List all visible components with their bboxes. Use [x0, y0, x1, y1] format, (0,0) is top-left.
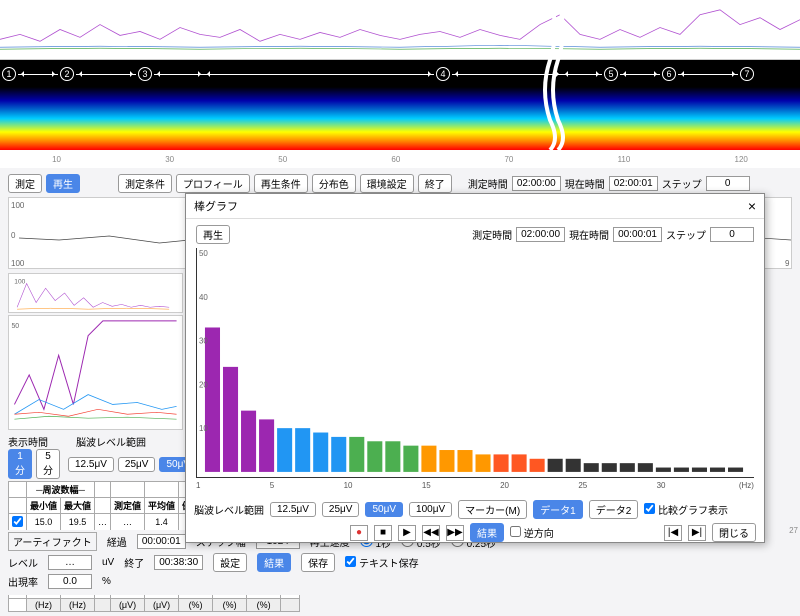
marker-7: 7 — [740, 67, 754, 81]
svg-text:40: 40 — [199, 293, 208, 302]
table-col: 平均値 — [145, 498, 179, 514]
table-col — [95, 498, 111, 514]
btn-5min[interactable]: 5分 — [36, 449, 60, 479]
btn-set[interactable]: 設定 — [213, 553, 247, 572]
val-step: 0 — [706, 176, 750, 191]
btn-range-12[interactable]: 12.5μV — [68, 457, 114, 472]
btn-dist[interactable]: 分布色 — [312, 174, 356, 193]
val-elapsed: 00:00:01 — [137, 534, 186, 549]
svg-text:20: 20 — [199, 380, 208, 389]
spectrogram-markers: 1 2 3 4 5 6 7 — [0, 64, 800, 84]
btn-exit[interactable]: 終了 — [418, 174, 452, 193]
btn-playcond[interactable]: 再生条件 — [254, 174, 308, 193]
next-icon[interactable]: ▶▶ — [446, 525, 464, 541]
marker-1: 1 — [2, 67, 16, 81]
modal-range-12[interactable]: 12.5μV — [270, 502, 316, 517]
modal-data1[interactable]: データ1 — [533, 500, 583, 519]
spectrogram-panel: 1 2 3 4 5 6 7 — [0, 60, 800, 150]
marker-2: 2 — [60, 67, 74, 81]
val-rate: 0.0 — [48, 574, 92, 589]
lbl-artifact: アーティファクト — [8, 532, 97, 551]
chart-lines-color: 50 — [8, 315, 183, 430]
val-measure-time: 02:00:00 — [512, 176, 561, 191]
play-icon[interactable]: ▶ — [398, 525, 416, 541]
skip-end-icon[interactable]: ▶| — [688, 525, 706, 541]
btn-range-25[interactable]: 25μV — [118, 457, 156, 472]
modal-current-time: 00:00:01 — [613, 227, 662, 242]
modal-range-50[interactable]: 50μV — [365, 502, 403, 517]
break-wave-icon — [540, 0, 570, 150]
modal-measure-time: 02:00:00 — [516, 227, 565, 242]
marker-5: 5 — [604, 67, 618, 81]
btn-conditions[interactable]: 測定条件 — [118, 174, 172, 193]
modal-result[interactable]: 結果 — [470, 523, 504, 542]
btn-env[interactable]: 環境設定 — [360, 174, 414, 193]
modal-step: 0 — [710, 227, 754, 242]
svg-text:10: 10 — [199, 424, 208, 433]
bar-chart: 50 40 30 20 10 — [196, 248, 754, 478]
modal-footer: 脳波レベル範囲 12.5μV 25μV 50μV 100μV マーカー(M) デ… — [186, 496, 764, 523]
main-toolbar: 測定 再生 測定条件 プロフィール 再生条件 分布色 環境設定 終了 測定時間 … — [8, 172, 792, 195]
skip-start-icon[interactable]: |◀ — [664, 525, 682, 541]
tab-measure[interactable]: 測定 — [8, 174, 42, 193]
top-waveform-panel — [0, 0, 800, 60]
svg-text:0: 0 — [11, 231, 16, 240]
modal-title: 棒グラフ — [194, 198, 238, 214]
val-current-time: 02:00:01 — [609, 176, 658, 191]
prev-icon[interactable]: ◀◀ — [422, 525, 440, 541]
svg-text:30: 30 — [199, 337, 208, 346]
lbl-step: ステップ — [662, 176, 702, 191]
svg-text:9: 9 — [785, 259, 790, 268]
chk-reverse[interactable]: 逆方向 — [510, 525, 554, 540]
lbl-measure-time: 測定時間 — [468, 176, 508, 191]
table-col: 測定値 — [111, 498, 145, 514]
lbl-current-time: 現在時間 — [565, 176, 605, 191]
modal-data2[interactable]: データ2 — [589, 500, 639, 519]
tab-playback[interactable]: 再生 — [46, 174, 80, 193]
modal-range-100[interactable]: 100μV — [409, 502, 452, 517]
row-checkbox[interactable] — [12, 516, 23, 527]
marker-6: 6 — [662, 67, 676, 81]
modal-range-25[interactable]: 25μV — [322, 502, 360, 517]
stop-icon[interactable]: ■ — [374, 525, 392, 541]
svg-text:50: 50 — [199, 249, 208, 258]
svg-text:50: 50 — [11, 323, 19, 330]
chk-compare[interactable]: 比較グラフ表示 — [644, 502, 728, 517]
modal-btn-playback[interactable]: 再生 — [196, 225, 230, 244]
lbl-display-time: 表示時間 — [8, 434, 48, 449]
marker-4: 4 — [436, 67, 450, 81]
close-icon[interactable]: × — [748, 198, 756, 214]
btn-profile[interactable]: プロフィール — [176, 174, 250, 193]
lbl-modal-range: 脳波レベル範囲 — [194, 502, 264, 517]
val-level: … — [48, 555, 92, 570]
table-col: 最大値 — [61, 498, 95, 514]
btn-result-bottom[interactable]: 結果 — [257, 553, 291, 572]
val-end: 00:38:30 — [154, 555, 203, 570]
modal-marker[interactable]: マーカー(M) — [458, 500, 527, 519]
btn-1min[interactable]: 1分 — [8, 449, 32, 479]
lbl-wave-range: 脳波レベル範囲 — [76, 434, 146, 449]
chk-textsave[interactable]: テキスト保存 — [345, 555, 418, 570]
btn-save[interactable]: 保存 — [301, 553, 335, 572]
svg-text:100: 100 — [11, 259, 25, 268]
marker-3: 3 — [138, 67, 152, 81]
svg-text:100: 100 — [14, 279, 25, 286]
table-col: 最小値 — [27, 498, 61, 514]
time-axis: 1030506070110120 — [0, 150, 800, 168]
modal-close-btn[interactable]: 閉じる — [712, 523, 756, 542]
svg-text:100: 100 — [11, 201, 25, 210]
bargraph-modal: 棒グラフ × 再生 測定時間 02:00:00 現在時間 00:00:01 ステ… — [185, 193, 765, 543]
chart-spectrum-small: 100 — [8, 273, 183, 313]
record-icon[interactable]: ● — [350, 525, 368, 541]
